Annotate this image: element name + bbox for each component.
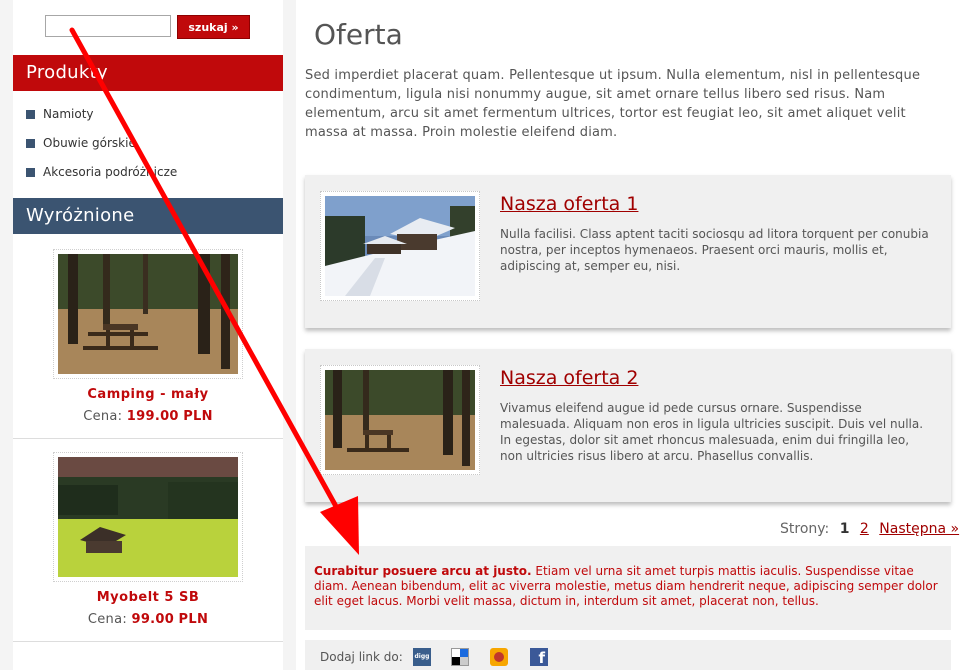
price-value: 99.00 (131, 612, 175, 627)
square-bullet-icon (26, 139, 35, 148)
pagination-page-2[interactable]: 2 (860, 521, 869, 537)
featured-product-price: Cena: 99.00 PLN (13, 612, 283, 627)
search-button[interactable]: szukaj » (177, 15, 250, 39)
camping-image (325, 370, 475, 470)
category-item-akcesoria[interactable]: Akcesoria podróżnicze (13, 158, 283, 187)
products-heading: Produkty (13, 55, 283, 91)
camping-image (58, 254, 238, 374)
product-thumbnail-camping[interactable] (53, 249, 243, 379)
pagination-current-page: 1 (839, 521, 850, 537)
divider (13, 641, 283, 642)
price-label: Cena: (83, 409, 123, 424)
digg-icon[interactable]: digg (413, 648, 431, 666)
featured-product-name[interactable]: Myobelt 5 SB (13, 590, 283, 605)
featured-product-name[interactable]: Camping - mały (13, 387, 283, 402)
square-bullet-icon (26, 168, 35, 177)
note-bold-text: Curabitur posuere arcu at justo. (314, 564, 532, 578)
category-item-obuwie[interactable]: Obuwie górskie (13, 129, 283, 158)
category-label: Namioty (43, 107, 94, 121)
category-list: Namioty Obuwie górskie Akcesoria podróżn… (13, 100, 283, 187)
category-item-namioty[interactable]: Namioty (13, 100, 283, 129)
delicious-icon[interactable] (451, 648, 469, 666)
price-currency: PLN (178, 612, 209, 627)
divider (13, 438, 283, 439)
pagination-label: Strony: (780, 521, 830, 537)
square-bullet-icon (26, 110, 35, 119)
page-title: Oferta (314, 18, 403, 51)
offer-card: Nasza oferta 2 Vivamus eleifend augue id… (305, 349, 951, 502)
category-label: Akcesoria podróżnicze (43, 165, 178, 179)
featured-product-price: Cena: 199.00 PLN (13, 409, 283, 424)
offer-description: Vivamus eleifend augue id pede cursus or… (500, 401, 924, 463)
pagination-next-link[interactable]: Następna » (879, 521, 959, 537)
highlight-note: Curabitur posuere arcu at justo. Etiam v… (305, 546, 951, 630)
price-label: Cena: (87, 612, 128, 627)
featured-product: Myobelt 5 SB Cena: 99.00 PLN (13, 452, 283, 642)
price-currency: PLN (183, 409, 213, 424)
pagination: Strony: 1 2 Następna » (780, 521, 959, 537)
share-bar: Dodaj link do: digg f (305, 640, 951, 670)
wykop-icon[interactable] (490, 648, 508, 666)
featured-heading: Wyróżnione (13, 198, 283, 234)
intro-text: Sed imperdiet placerat quam. Pellentesqu… (305, 68, 921, 140)
offer-thumbnail-camping[interactable] (320, 365, 480, 475)
meadow-hut-image (58, 457, 238, 577)
price-value: 199.00 (126, 409, 179, 424)
featured-product: Camping - mały Cena: 199.00 PLN (13, 249, 283, 439)
search-input[interactable] (45, 15, 171, 37)
offer-description: Nulla facilisi. Class aptent taciti soci… (500, 227, 929, 273)
facebook-icon[interactable]: f (530, 648, 548, 667)
share-label: Dodaj link do: (320, 650, 403, 664)
winter-cabin-image (325, 196, 475, 296)
offer-title-link[interactable]: Nasza oferta 2 (500, 367, 638, 389)
offer-thumbnail-winter[interactable] (320, 191, 480, 301)
offer-card: Nasza oferta 1 Nulla facilisi. Class apt… (305, 175, 951, 328)
product-thumbnail-myobelt[interactable] (53, 452, 243, 582)
category-label: Obuwie górskie (43, 136, 136, 150)
offer-title-link[interactable]: Nasza oferta 1 (500, 193, 638, 215)
